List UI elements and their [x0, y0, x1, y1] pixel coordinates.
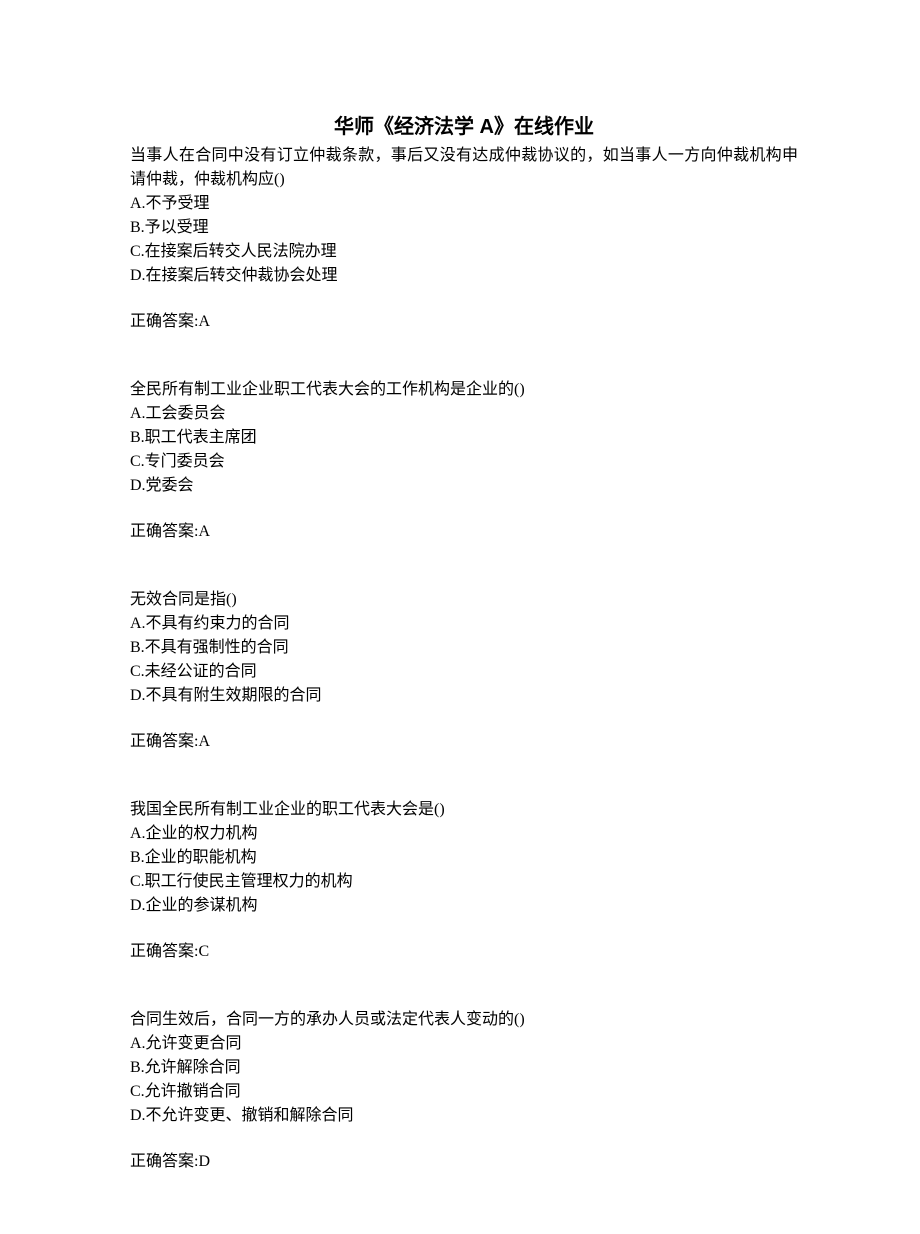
option: A.不予受理	[130, 192, 798, 216]
answer-text: 正确答案:C	[130, 940, 798, 964]
question-block: 无效合同是指() A.不具有约束力的合同 B.不具有强制性的合同 C.未经公证的…	[130, 588, 798, 754]
option: D.党委会	[130, 474, 798, 498]
option: B.不具有强制性的合同	[130, 636, 798, 660]
question-text: 全民所有制工业企业职工代表大会的工作机构是企业的()	[130, 378, 798, 402]
question-block: 全民所有制工业企业职工代表大会的工作机构是企业的() A.工会委员会 B.职工代…	[130, 378, 798, 544]
answer-text: 正确答案:D	[130, 1150, 798, 1174]
option: C.允许撤销合同	[130, 1080, 798, 1104]
question-block: 我国全民所有制工业企业的职工代表大会是() A.企业的权力机构 B.企业的职能机…	[130, 798, 798, 964]
option: A.工会委员会	[130, 402, 798, 426]
option: A.企业的权力机构	[130, 822, 798, 846]
option: B.予以受理	[130, 216, 798, 240]
question-text: 当事人在合同中没有订立仲裁条款，事后又没有达成仲裁协议的，如当事人一方向仲裁机构…	[130, 144, 798, 192]
question-text: 合同生效后，合同一方的承办人员或法定代表人变动的()	[130, 1008, 798, 1032]
question-text: 无效合同是指()	[130, 588, 798, 612]
option: D.企业的参谋机构	[130, 894, 798, 918]
answer-text: 正确答案:A	[130, 310, 798, 334]
option: B.职工代表主席团	[130, 426, 798, 450]
option: C.在接案后转交人民法院办理	[130, 240, 798, 264]
option: D.不允许变更、撤销和解除合同	[130, 1104, 798, 1128]
option: A.允许变更合同	[130, 1032, 798, 1056]
page-title: 华师《经济法学 A》在线作业	[130, 112, 798, 142]
answer-text: 正确答案:A	[130, 520, 798, 544]
option: A.不具有约束力的合同	[130, 612, 798, 636]
answer-text: 正确答案:A	[130, 730, 798, 754]
question-text: 我国全民所有制工业企业的职工代表大会是()	[130, 798, 798, 822]
option: C.专门委员会	[130, 450, 798, 474]
option: B.企业的职能机构	[130, 846, 798, 870]
option: D.在接案后转交仲裁协会处理	[130, 264, 798, 288]
document-page: 华师《经济法学 A》在线作业 当事人在合同中没有订立仲裁条款，事后又没有达成仲裁…	[0, 0, 920, 1234]
option: D.不具有附生效期限的合同	[130, 684, 798, 708]
option: B.允许解除合同	[130, 1056, 798, 1080]
option: C.职工行使民主管理权力的机构	[130, 870, 798, 894]
option: C.未经公证的合同	[130, 660, 798, 684]
question-block: 合同生效后，合同一方的承办人员或法定代表人变动的() A.允许变更合同 B.允许…	[130, 1008, 798, 1174]
question-block: 当事人在合同中没有订立仲裁条款，事后又没有达成仲裁协议的，如当事人一方向仲裁机构…	[130, 144, 798, 334]
